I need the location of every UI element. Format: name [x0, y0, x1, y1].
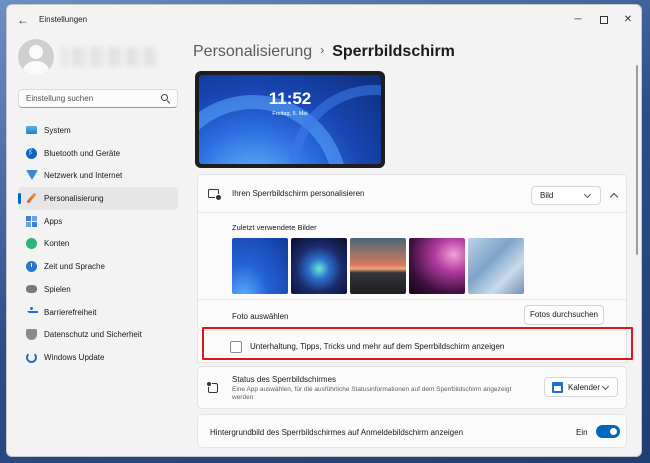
browse-photos-button[interactable]: Fotos durchsuchen: [524, 305, 604, 325]
minimize-button[interactable]: ─: [569, 11, 587, 29]
breadcrumb: Personalisierung › Sperrbildschirm: [193, 43, 455, 61]
search-icon[interactable]: [160, 93, 171, 104]
recent-image-thumbnail[interactable]: [291, 238, 347, 294]
wifi-icon: [26, 170, 38, 181]
dropdown-value: Kalender: [568, 383, 601, 392]
sidebar-item-label: Windows Update: [44, 352, 105, 362]
status-card: Status des Sperrbildschirmes Eine App au…: [197, 366, 627, 409]
sidebar-item-label: Konten: [44, 239, 70, 249]
sidebar-item-system[interactable]: System: [18, 119, 178, 142]
search-input[interactable]: Einstellung suchen: [18, 89, 178, 108]
bluetooth-icon: [26, 147, 37, 159]
page-title: Sperrbildschirm: [332, 43, 455, 60]
sidebar-item-windows-update[interactable]: Windows Update: [18, 346, 178, 369]
recent-image-thumbnail[interactable]: [409, 238, 465, 294]
avatar-head-icon: [29, 45, 43, 59]
update-icon: [26, 351, 37, 363]
avatar-body-icon: [23, 61, 49, 75]
picture-icon: [208, 189, 222, 201]
choose-photo-label: Foto auswählen: [232, 312, 289, 321]
personalize-row[interactable]: Ihren Sperrbildschirm personalisieren Bi…: [198, 175, 626, 213]
signin-background-card: Hintergrundbild des Sperrbildschirmes au…: [197, 414, 627, 448]
sidebar-item-label: Datenschutz und Sicherheit: [44, 330, 142, 340]
status-title: Status des Sperrbildschirmes: [232, 375, 337, 384]
preview-date: Freitag, 5. Mai: [272, 111, 308, 117]
sidebar-item-privacy[interactable]: Datenschutz und Sicherheit: [18, 323, 178, 346]
recent-image-thumbnail[interactable]: [468, 238, 524, 294]
sidebar-item-label: Zeit und Sprache: [44, 262, 105, 272]
apps-icon: [26, 215, 37, 227]
sidebar-item-apps[interactable]: Apps: [18, 210, 178, 233]
sidebar-item-bluetooth[interactable]: Bluetooth und Geräte: [18, 142, 178, 165]
search-placeholder: Einstellung suchen: [26, 94, 94, 103]
sidebar-item-label: Barrierefreiheit: [44, 307, 97, 317]
toggle-state-label: Ein: [576, 428, 588, 437]
sidebar-item-accessibility[interactable]: Barrierefreiheit: [18, 301, 178, 324]
maximize-button[interactable]: [595, 11, 613, 29]
recent-image-thumbnail[interactable]: [350, 238, 406, 294]
status-app-dropdown[interactable]: Kalender: [544, 377, 618, 397]
breadcrumb-parent[interactable]: Personalisierung: [193, 43, 312, 60]
signin-background-label: Hintergrundbild des Sperrbildschirmes au…: [210, 428, 464, 437]
paintbrush-icon: [26, 192, 37, 204]
sidebar-item-label: System: [44, 126, 71, 135]
avatar[interactable]: [18, 39, 54, 75]
app-title: Einstellungen: [39, 15, 88, 24]
personalize-label: Ihren Sperrbildschirm personalisieren: [232, 189, 365, 198]
shield-icon: [26, 329, 37, 341]
blurred-user-name: [61, 47, 157, 67]
sidebar-item-label: Spielen: [44, 284, 71, 294]
chevron-up-icon[interactable]: [609, 192, 619, 202]
scrollbar[interactable]: [636, 65, 638, 255]
highlight-box: [202, 327, 633, 360]
sidebar-item-network[interactable]: Netzwerk und Internet: [18, 164, 178, 187]
lock-status-icon: [206, 381, 218, 393]
clock-globe-icon: [26, 261, 37, 273]
status-description: Eine App auswählen, für die ausführliche…: [232, 386, 512, 401]
sidebar-item-gaming[interactable]: Spielen: [18, 278, 178, 301]
sidebar-item-label: Bluetooth und Geräte: [44, 148, 121, 158]
maximize-icon: [600, 16, 608, 24]
chevron-right-icon: ›: [320, 43, 325, 57]
recent-image-thumbnail[interactable]: [232, 238, 288, 294]
system-icon: [26, 126, 37, 134]
gamepad-icon: [26, 284, 37, 293]
sidebar-item-accounts[interactable]: Konten: [18, 232, 178, 255]
sidebar-item-label: Apps: [44, 216, 63, 226]
account-icon: [26, 238, 37, 250]
sidebar-item-time-language[interactable]: Zeit und Sprache: [18, 255, 178, 278]
chevron-down-icon: [583, 190, 592, 199]
close-button[interactable]: ✕: [619, 11, 637, 29]
recent-images-label: Zuletzt verwendete Bilder: [232, 223, 317, 232]
personalize-card: Ihren Sperrbildschirm personalisieren Bi…: [197, 174, 627, 331]
preview-time: 11:52: [268, 89, 312, 108]
dropdown-value: Bild: [540, 191, 554, 200]
chevron-down-icon: [601, 382, 610, 391]
preview-wallpaper: 11:52 Freitag, 5. Mai: [199, 75, 381, 164]
sidebar-nav: System Bluetooth und Geräte Netzwerk und…: [18, 119, 178, 369]
background-type-dropdown[interactable]: Bild: [531, 186, 601, 205]
settings-window: ← Einstellungen ─ ✕ Einstellung suchen S…: [6, 4, 642, 457]
signin-background-toggle[interactable]: [596, 425, 620, 438]
back-arrow-icon[interactable]: ←: [15, 12, 31, 28]
lock-screen-preview: 11:52 Freitag, 5. Mai: [195, 71, 385, 168]
accessibility-icon: [26, 306, 38, 318]
calendar-icon: [552, 382, 563, 393]
sidebar-item-label: Netzwerk und Internet: [44, 171, 123, 181]
title-bar: ← Einstellungen ─ ✕: [7, 5, 641, 35]
sidebar-item-label: Personalisierung: [44, 194, 104, 204]
sidebar-item-personalization[interactable]: Personalisierung: [18, 187, 178, 210]
